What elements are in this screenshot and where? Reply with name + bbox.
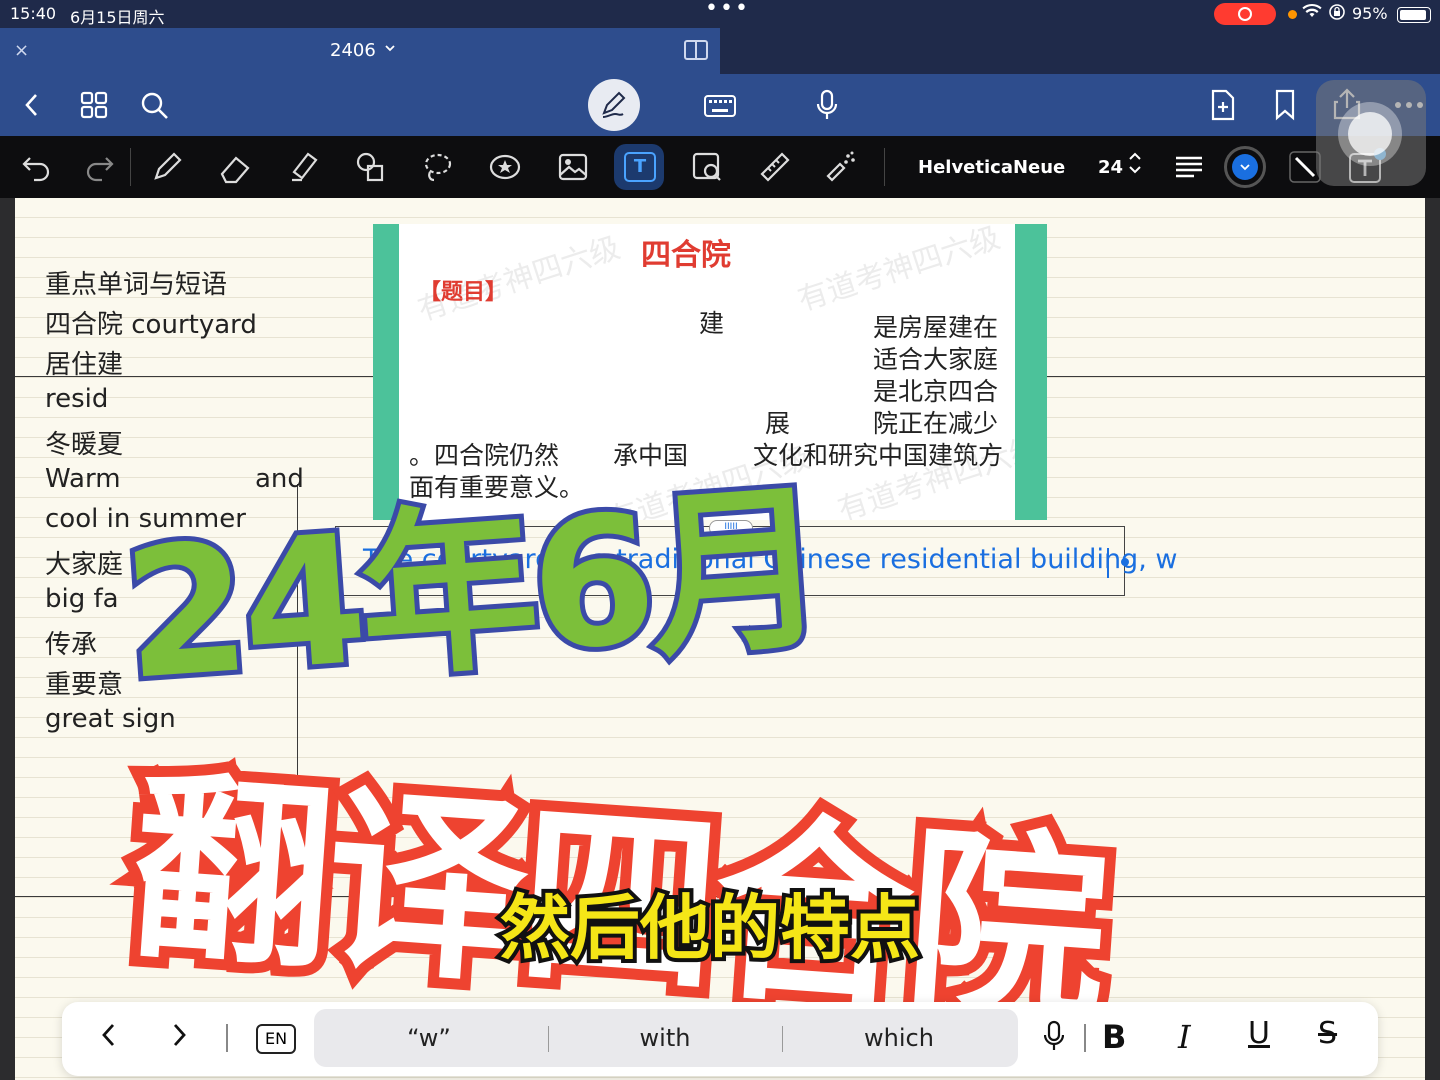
font-family-picker[interactable]: HelveticaNeue bbox=[918, 157, 1065, 178]
note-line: resid bbox=[45, 384, 109, 414]
image-text: 是房屋建在 bbox=[873, 313, 999, 342]
underline-button[interactable]: U bbox=[1248, 1016, 1270, 1051]
predictive-suggestions: “w” with which bbox=[314, 1009, 1018, 1067]
dictation-icon[interactable] bbox=[1043, 1020, 1065, 1058]
bar-divider bbox=[1084, 1024, 1086, 1052]
note-line: 重点单词与短语 bbox=[45, 270, 228, 300]
text-caret bbox=[1107, 548, 1109, 578]
chevron-down-icon[interactable] bbox=[384, 42, 396, 56]
status-date: 6月15日周六 bbox=[70, 8, 165, 27]
note-line: 冬暖夏 bbox=[45, 430, 124, 460]
next-icon[interactable] bbox=[168, 1020, 190, 1056]
grid-view-icon[interactable] bbox=[80, 91, 108, 124]
resize-handle[interactable] bbox=[1121, 558, 1129, 566]
image-icon[interactable] bbox=[556, 150, 590, 184]
video-subtitle: 然后他的特点 bbox=[496, 883, 924, 973]
image-text: 适合大家庭 bbox=[873, 345, 999, 374]
microphone-icon[interactable] bbox=[816, 89, 838, 126]
note-line: 四合院 courtyard bbox=[45, 310, 257, 340]
redo-icon[interactable] bbox=[82, 150, 116, 184]
image-search-icon[interactable] bbox=[690, 150, 724, 184]
keyboard-shortcut-bar: EN “w” with which B I U S bbox=[62, 1002, 1378, 1076]
chevron-down-icon bbox=[1232, 154, 1258, 180]
note-line: 重要意 bbox=[45, 670, 124, 700]
battery-icon bbox=[1397, 7, 1431, 23]
record-icon bbox=[1238, 7, 1252, 21]
font-size-picker[interactable]: 24 bbox=[1098, 157, 1123, 178]
undo-icon[interactable] bbox=[20, 150, 54, 184]
text-tool-button[interactable]: T bbox=[614, 144, 664, 190]
previous-icon[interactable] bbox=[98, 1020, 120, 1056]
close-tab-icon[interactable]: × bbox=[14, 40, 29, 61]
note-line: 大家庭 bbox=[45, 550, 124, 580]
suggestion-item[interactable]: “w” bbox=[314, 1024, 544, 1052]
search-icon[interactable] bbox=[140, 91, 170, 126]
suggestion-divider bbox=[782, 1026, 783, 1052]
suggestion-item[interactable]: which bbox=[784, 1024, 1014, 1052]
italic-button[interactable]: I bbox=[1178, 1018, 1191, 1056]
document-tab[interactable]: × 2406 bbox=[0, 28, 720, 74]
sticker-icon[interactable] bbox=[488, 150, 522, 184]
keyboard-icon[interactable] bbox=[704, 94, 736, 122]
note-line: 居住建 bbox=[45, 350, 124, 380]
status-time: 15:40 bbox=[10, 4, 57, 23]
pen-mode-button[interactable] bbox=[588, 79, 640, 131]
screen-recording-indicator[interactable] bbox=[1214, 3, 1276, 25]
watermark: 有道考神四六级 bbox=[793, 224, 1005, 319]
mic-in-use-indicator bbox=[1288, 10, 1297, 19]
highlighter-icon[interactable] bbox=[286, 150, 320, 184]
language-key[interactable]: EN bbox=[256, 1024, 296, 1054]
suggestion-item[interactable]: with bbox=[550, 1024, 780, 1052]
toolbar-divider bbox=[130, 148, 131, 186]
navigation-bar bbox=[0, 74, 1440, 136]
eraser-icon[interactable] bbox=[218, 150, 252, 184]
strikethrough-button[interactable]: S bbox=[1318, 1016, 1337, 1051]
paragraph-align-icon[interactable] bbox=[1172, 150, 1206, 184]
rotation-lock-icon bbox=[1328, 3, 1346, 25]
pencil-icon bbox=[602, 91, 626, 118]
bookmark-icon[interactable] bbox=[1274, 89, 1296, 126]
image-border-right bbox=[1015, 224, 1047, 520]
shapes-icon[interactable] bbox=[354, 150, 388, 184]
note-line: big fa bbox=[45, 584, 119, 614]
lasso-icon[interactable] bbox=[420, 150, 454, 184]
split-view-icon[interactable] bbox=[684, 40, 708, 60]
wifi-icon bbox=[1302, 3, 1322, 23]
back-icon[interactable] bbox=[22, 91, 42, 124]
tab-title[interactable]: 2406 bbox=[330, 40, 376, 61]
image-tag: 【题目】 bbox=[419, 280, 508, 305]
assistive-touch-button[interactable] bbox=[1316, 80, 1426, 186]
note-line: 传承 bbox=[45, 630, 98, 660]
add-page-icon[interactable] bbox=[1210, 89, 1236, 126]
toolbar-divider bbox=[884, 148, 885, 186]
laser-pointer-icon[interactable] bbox=[824, 150, 858, 184]
battery-percent: 95% bbox=[1352, 4, 1388, 23]
status-bar: 15:40 6月15日周六 ••• 95% bbox=[0, 0, 1440, 28]
bar-divider bbox=[226, 1024, 228, 1052]
color-picker[interactable] bbox=[1224, 146, 1266, 188]
image-text: 是北京四合 bbox=[873, 377, 999, 406]
stepper-chevron-icon[interactable] bbox=[1128, 150, 1142, 179]
pen-tool-icon[interactable] bbox=[150, 150, 184, 184]
ruler-icon[interactable] bbox=[758, 150, 792, 184]
image-text: 院正在减少 bbox=[873, 409, 999, 438]
image-text: 建 bbox=[699, 309, 725, 338]
overlay-date-banner: 24年6月 bbox=[113, 459, 833, 724]
suggestion-divider bbox=[548, 1026, 549, 1052]
multitasking-dots[interactable]: ••• bbox=[705, 0, 750, 21]
bold-button[interactable]: B bbox=[1102, 1018, 1126, 1056]
image-title: 四合院 bbox=[641, 238, 731, 273]
text-tool-icon: T bbox=[624, 152, 656, 182]
note-line: Warm bbox=[45, 464, 121, 494]
